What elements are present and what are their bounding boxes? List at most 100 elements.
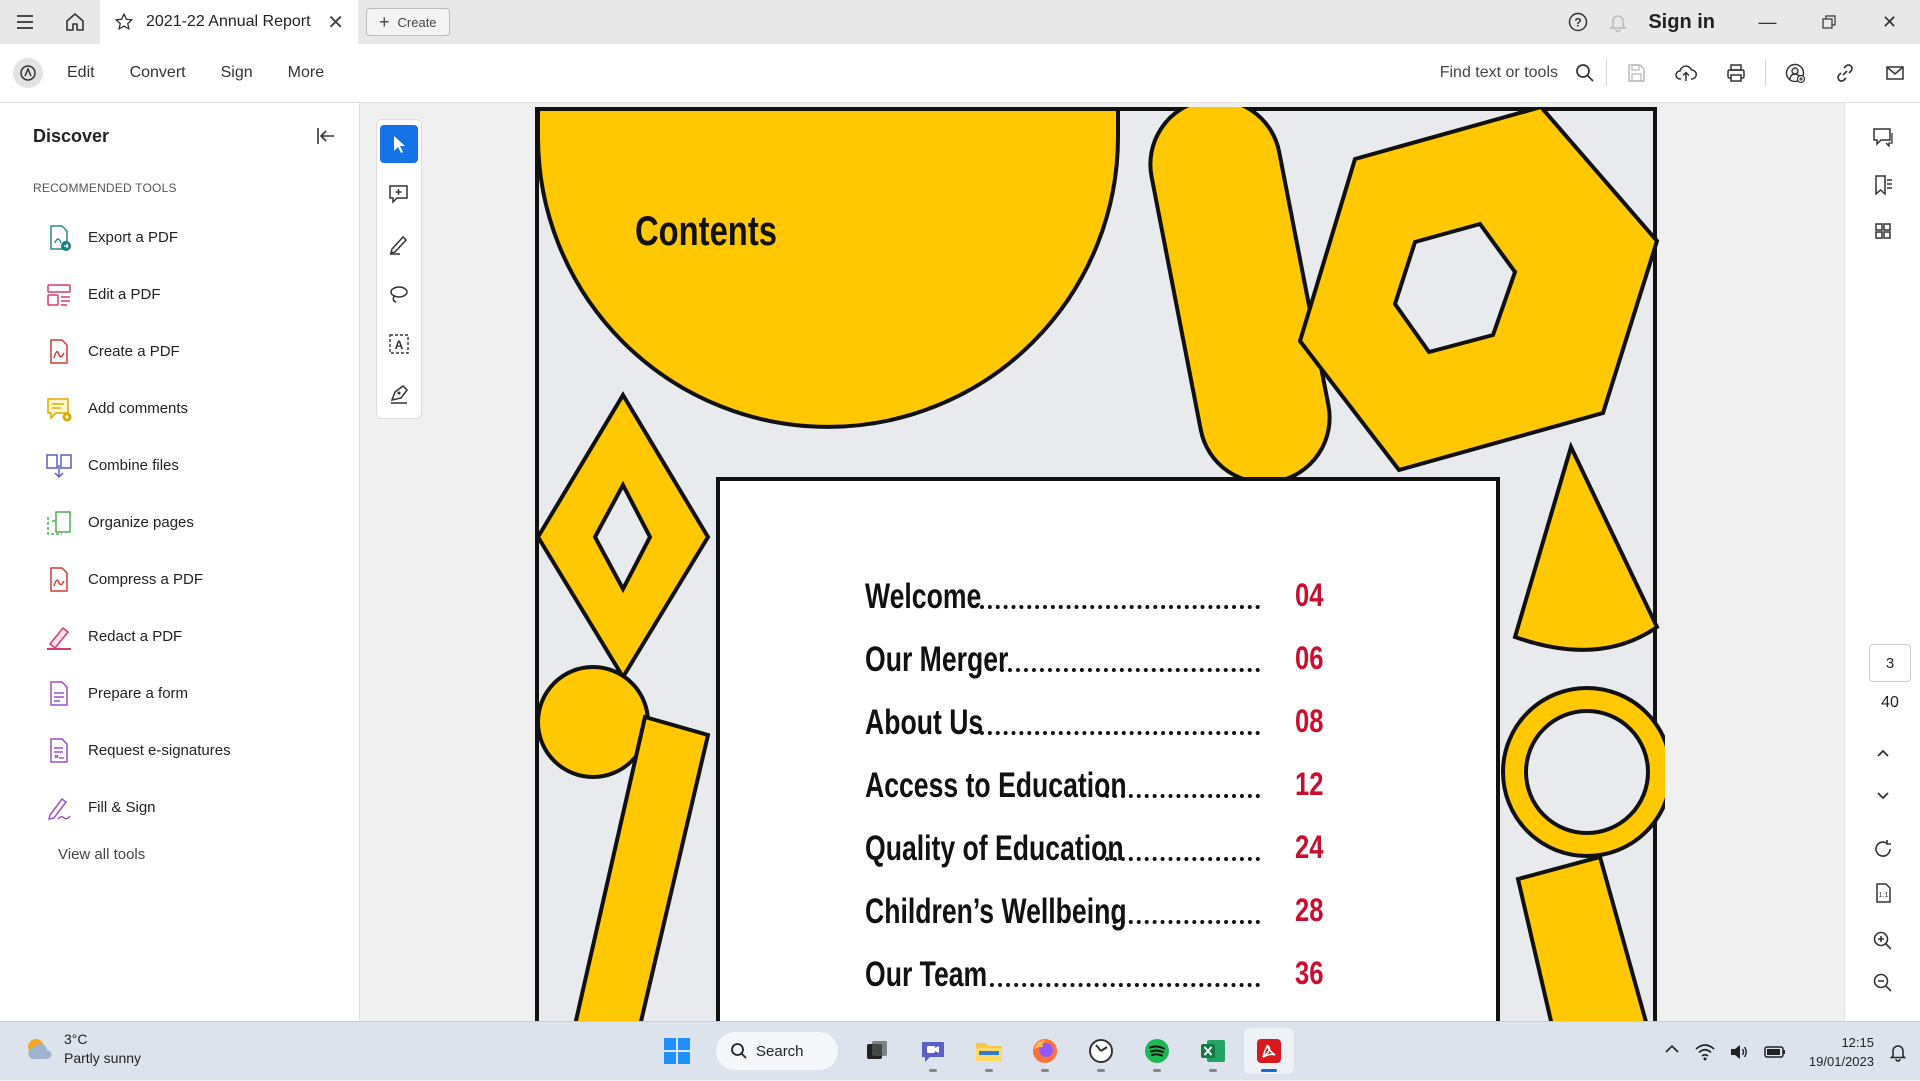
search-icon	[731, 1043, 747, 1059]
tool-label: Prepare a form	[88, 685, 189, 702]
spotify-icon[interactable]	[1132, 1028, 1182, 1074]
comments-panel-icon[interactable]	[1865, 119, 1901, 155]
document-viewport[interactable]: A Contents Welcome 04 Our Merger 06 Abou…	[361, 103, 1844, 1021]
toc-row[interactable]: Quality of Education 24	[865, 829, 1323, 869]
tool-add-comments[interactable]: Add comments	[0, 380, 359, 437]
tool-prepare-form[interactable]: Prepare a form	[0, 665, 359, 722]
running-indicator	[1097, 1069, 1105, 1072]
highlight-pen-icon[interactable]	[380, 225, 418, 263]
tool-label: Export a PDF	[88, 229, 179, 246]
menu-edit[interactable]: Edit	[67, 64, 95, 82]
file-explorer-icon[interactable]	[964, 1028, 1014, 1074]
tool-fill-sign[interactable]: Fill & Sign	[0, 779, 359, 836]
toc-row[interactable]: Our Merger 06	[865, 640, 1323, 680]
tab-title: 2021-22 Annual Report	[146, 13, 311, 30]
wifi-icon[interactable]	[1695, 1043, 1715, 1061]
pdf-page: Contents Welcome 04 Our Merger 06 About …	[535, 103, 1673, 1021]
help-icon[interactable]: ?	[1558, 11, 1598, 33]
tool-request-esignatures[interactable]: Request e-signatures	[0, 722, 359, 779]
find-text-or-tools[interactable]: Find text or tools	[1440, 64, 1558, 82]
tool-redact-pdf[interactable]: Redact a PDF	[0, 608, 359, 665]
menu-more[interactable]: More	[288, 64, 324, 82]
share-user-icon[interactable]	[1770, 53, 1820, 93]
view-all-tools-link[interactable]: View all tools	[58, 846, 359, 863]
teams-chat-icon[interactable]	[908, 1028, 958, 1074]
toc-title: About Us	[865, 703, 984, 742]
email-icon[interactable]	[1870, 53, 1920, 93]
toc-row[interactable]: Children’s Wellbeing 28	[865, 892, 1323, 932]
print-icon[interactable]	[1711, 53, 1761, 93]
tool-edit-pdf[interactable]: Edit a PDF	[0, 266, 359, 323]
running-indicator	[1261, 1069, 1277, 1072]
next-page-icon[interactable]	[1865, 777, 1901, 813]
bookmarks-icon[interactable]	[1865, 167, 1901, 203]
tool-organize-pages[interactable]: Organize pages	[0, 494, 359, 551]
add-comment-icon[interactable]	[380, 175, 418, 213]
acrobat-home-icon[interactable]	[13, 58, 43, 88]
acrobat-app-icon[interactable]	[1244, 1028, 1294, 1074]
toc-page-number: 06	[1295, 640, 1324, 676]
main-toolbar: Edit Convert Sign More Find text or tool…	[0, 44, 1920, 103]
firefox-icon[interactable]	[1020, 1028, 1070, 1074]
link-icon[interactable]	[1820, 53, 1870, 93]
clock-time: 12:15	[1841, 1034, 1874, 1050]
close-tab-icon[interactable]: ✕	[327, 10, 344, 35]
menu-sign[interactable]: Sign	[221, 64, 253, 82]
sign-pen-icon[interactable]	[380, 375, 418, 413]
create-button[interactable]: + Create	[366, 8, 450, 36]
notification-bell-icon[interactable]	[1598, 11, 1638, 33]
excel-icon[interactable]	[1188, 1028, 1238, 1074]
toc-row[interactable]: Access to Education 12	[865, 766, 1323, 806]
windows-start-icon[interactable]	[652, 1028, 702, 1074]
fit-page-icon[interactable]: 1:1	[1865, 875, 1901, 911]
quick-tools-bar: A	[376, 119, 422, 419]
running-indicator	[985, 1069, 993, 1072]
toc-row[interactable]: Our Team 36	[865, 955, 1323, 995]
combine-files-icon	[46, 453, 72, 478]
zoom-in-icon[interactable]	[1865, 923, 1901, 959]
e-signature-icon	[50, 737, 68, 763]
weather-widget[interactable]: 3°C Partly sunny	[22, 1030, 141, 1068]
restore-icon[interactable]	[1798, 0, 1859, 44]
notification-center-icon[interactable]	[1888, 1042, 1908, 1062]
lasso-draw-icon[interactable]	[380, 275, 418, 313]
tool-export-pdf[interactable]: Export a PDF	[0, 209, 359, 266]
select-cursor-icon[interactable]	[380, 125, 418, 163]
window-close-icon[interactable]: ✕	[1859, 0, 1920, 44]
previous-page-icon[interactable]	[1865, 735, 1901, 771]
tool-combine-files[interactable]: Combine files	[0, 437, 359, 494]
tool-label: Request e-signatures	[88, 742, 231, 759]
rotate-icon[interactable]	[1865, 831, 1901, 867]
toc-row[interactable]: Welcome 04	[865, 577, 1323, 617]
zoom-out-icon[interactable]	[1865, 965, 1901, 1001]
star-icon[interactable]	[114, 12, 134, 32]
volume-icon[interactable]	[1729, 1043, 1749, 1061]
collapse-panel-icon[interactable]	[315, 125, 337, 147]
text-box-icon[interactable]: A	[380, 325, 418, 363]
tool-create-pdf[interactable]: Create a PDF	[0, 323, 359, 380]
clock-widget[interactable]: 12:15 19/01/2023	[1809, 1033, 1874, 1071]
hamburger-menu-icon[interactable]	[0, 0, 50, 44]
running-indicator	[1209, 1069, 1217, 1072]
task-view-icon[interactable]	[852, 1028, 902, 1074]
search-label: Search	[756, 1042, 804, 1060]
thumbnails-grid-icon[interactable]	[1865, 213, 1901, 249]
toc-row[interactable]: About Us 08	[865, 703, 1323, 743]
current-page-input[interactable]: 3	[1869, 644, 1911, 682]
taskbar-search[interactable]: Search	[716, 1032, 838, 1070]
redact-icon	[47, 626, 71, 650]
upload-cloud-icon[interactable]	[1661, 53, 1711, 93]
total-pages-label: 40	[1881, 694, 1899, 711]
tray-overflow-chevron-icon[interactable]	[1663, 1040, 1681, 1063]
menu-convert[interactable]: Convert	[130, 64, 186, 82]
sign-in-button[interactable]: Sign in	[1638, 11, 1737, 34]
save-icon[interactable]	[1611, 53, 1661, 93]
minimize-icon[interactable]: —	[1737, 0, 1798, 44]
tool-compress-pdf[interactable]: Compress a PDF	[0, 551, 359, 608]
clock-app-icon[interactable]	[1076, 1028, 1126, 1074]
home-icon[interactable]	[50, 0, 100, 44]
document-tab[interactable]: 2021-22 Annual Report ✕	[100, 0, 358, 44]
search-icon[interactable]	[1568, 53, 1602, 93]
battery-icon[interactable]	[1763, 1043, 1787, 1061]
form-icon	[50, 680, 68, 706]
